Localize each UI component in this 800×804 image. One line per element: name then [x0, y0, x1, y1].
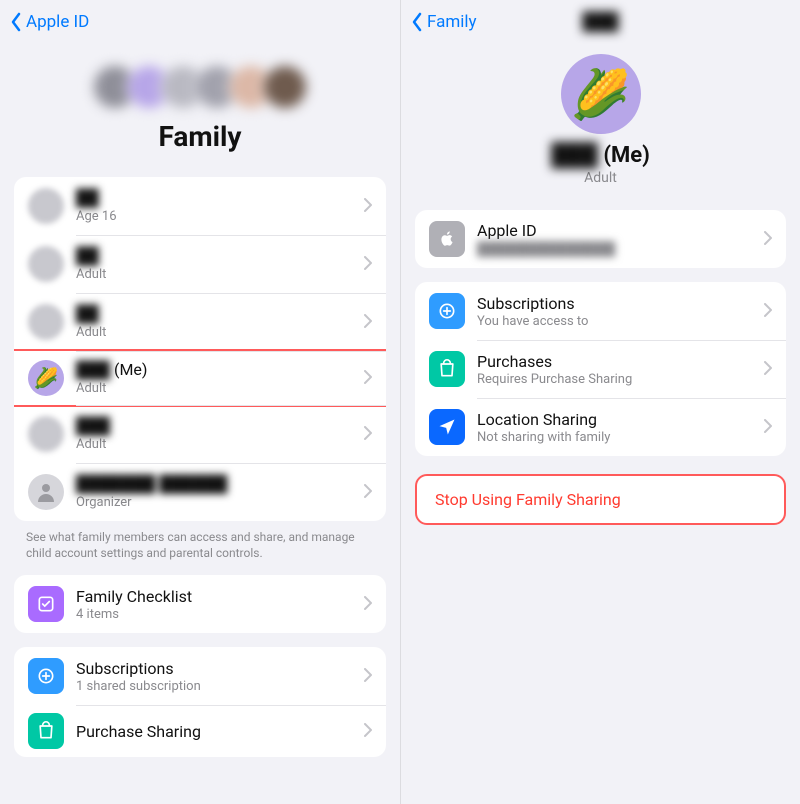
- purchases-row[interactable]: Purchases Requires Purchase Sharing: [415, 340, 786, 398]
- corn-icon: 🌽: [571, 66, 631, 123]
- family-avatar-row: [0, 64, 400, 110]
- avatar: 🌽: [28, 360, 64, 396]
- member-services-section: Subscriptions You have access to Purchas…: [415, 282, 786, 456]
- row-subtitle: Requires Purchase Sharing: [477, 372, 764, 387]
- member-name: ███: [76, 416, 110, 435]
- chevron-right-icon: [364, 667, 372, 686]
- member-hero: 🌽 ███ (Me) Adult: [401, 44, 800, 196]
- subscriptions-icon: [28, 658, 64, 694]
- row-title: Location Sharing: [477, 410, 764, 429]
- chevron-right-icon: [364, 595, 372, 614]
- apple-id-value: ███████████████: [477, 242, 615, 257]
- section-footer-note: See what family members can access and s…: [0, 521, 400, 561]
- row-title: Apple ID: [477, 221, 764, 240]
- family-member-row[interactable]: ███████ ██████ Organizer: [14, 463, 386, 521]
- chevron-right-icon: [764, 230, 772, 249]
- member-name: ██: [76, 304, 99, 323]
- family-member-row[interactable]: ██ Adult: [14, 235, 386, 293]
- nav-bar: Family ███: [401, 0, 800, 44]
- chevron-right-icon: [364, 722, 372, 741]
- row-title: Subscriptions: [76, 659, 364, 678]
- family-member-row[interactable]: ██ Age 16: [14, 177, 386, 235]
- row-subtitle: 1 shared subscription: [76, 679, 364, 694]
- row-subtitle: Not sharing with family: [477, 430, 764, 445]
- row-title: Family Checklist: [76, 587, 364, 606]
- member-avatar: 🌽: [561, 54, 641, 134]
- apple-id-section: Apple ID ███████████████: [415, 210, 786, 268]
- row-title: Subscriptions: [477, 294, 764, 313]
- location-icon: [429, 409, 465, 445]
- member-role: Adult: [76, 381, 364, 396]
- stop-action-label: Stop Using Family Sharing: [435, 490, 621, 509]
- purchase-sharing-row[interactable]: Purchase Sharing: [14, 705, 386, 757]
- family-hero: Family: [0, 44, 400, 163]
- row-subtitle: You have access to: [477, 314, 764, 329]
- shared-services-section: Subscriptions 1 shared subscription Purc…: [14, 647, 386, 757]
- row-subtitle: 4 items: [76, 607, 364, 622]
- chevron-right-icon: [364, 197, 372, 216]
- chevron-right-icon: [364, 313, 372, 332]
- family-member-row[interactable]: ███ Adult: [14, 405, 386, 463]
- member-role: Adult: [76, 325, 364, 340]
- page-title: Family: [0, 120, 400, 153]
- member-role: Adult: [76, 437, 364, 452]
- checklist-icon: [28, 586, 64, 622]
- member-role: Adult: [401, 170, 800, 186]
- member-name: ███: [551, 143, 598, 168]
- chevron-right-icon: [364, 483, 372, 502]
- member-role: Age 16: [76, 209, 364, 224]
- member-role: Organizer: [76, 495, 364, 510]
- nav-title: ███: [582, 12, 618, 32]
- back-button[interactable]: Apple ID: [10, 12, 89, 32]
- nav-bar: Apple ID: [0, 0, 400, 44]
- member-name: ███: [76, 360, 110, 379]
- member-name: ██: [76, 188, 99, 207]
- avatar: [28, 188, 64, 224]
- chevron-left-icon: [10, 12, 22, 32]
- purchase-sharing-icon: [28, 713, 64, 749]
- family-member-row-me[interactable]: 🌽 ███ (Me) Adult: [14, 349, 386, 407]
- apple-id-row[interactable]: Apple ID ███████████████: [415, 210, 786, 268]
- chevron-right-icon: [764, 360, 772, 379]
- family-members-section: ██ Age 16 ██ Adult ██ Adult 🌽 ███ (: [14, 177, 386, 521]
- chevron-right-icon: [364, 369, 372, 388]
- back-button[interactable]: Family: [411, 12, 477, 32]
- family-checklist-section: Family Checklist 4 items: [14, 575, 386, 633]
- avatar: [28, 304, 64, 340]
- apple-logo-icon: [429, 221, 465, 257]
- chevron-right-icon: [364, 255, 372, 274]
- row-title: Purchases: [477, 352, 764, 371]
- avatar-placeholder-icon: [28, 474, 64, 510]
- location-sharing-row[interactable]: Location Sharing Not sharing with family: [415, 398, 786, 456]
- member-detail-panel: Family ███ 🌽 ███ (Me) Adult Apple ID ███…: [400, 0, 800, 804]
- back-label: Family: [427, 12, 477, 32]
- member-role: Adult: [76, 267, 364, 282]
- chevron-right-icon: [364, 425, 372, 444]
- back-label: Apple ID: [26, 12, 89, 32]
- member-name: ███████ ██████: [76, 474, 227, 493]
- family-checklist-row[interactable]: Family Checklist 4 items: [14, 575, 386, 633]
- avatar: [28, 416, 64, 452]
- row-title: Purchase Sharing: [76, 722, 364, 741]
- subscriptions-row[interactable]: Subscriptions You have access to: [415, 282, 786, 340]
- chevron-left-icon: [411, 12, 423, 32]
- purchases-icon: [429, 351, 465, 387]
- chevron-right-icon: [764, 302, 772, 321]
- subscriptions-row[interactable]: Subscriptions 1 shared subscription: [14, 647, 386, 705]
- me-suffix: (Me): [110, 360, 147, 379]
- stop-family-sharing-button[interactable]: Stop Using Family Sharing: [415, 474, 786, 525]
- me-suffix: (Me): [598, 143, 650, 168]
- member-name: ██: [76, 246, 99, 265]
- family-list-panel: Apple ID Family ██ Age 16 ██ Adult: [0, 0, 400, 804]
- chevron-right-icon: [764, 418, 772, 437]
- subscriptions-icon: [429, 293, 465, 329]
- family-member-row[interactable]: ██ Adult: [14, 293, 386, 351]
- avatar: [28, 246, 64, 282]
